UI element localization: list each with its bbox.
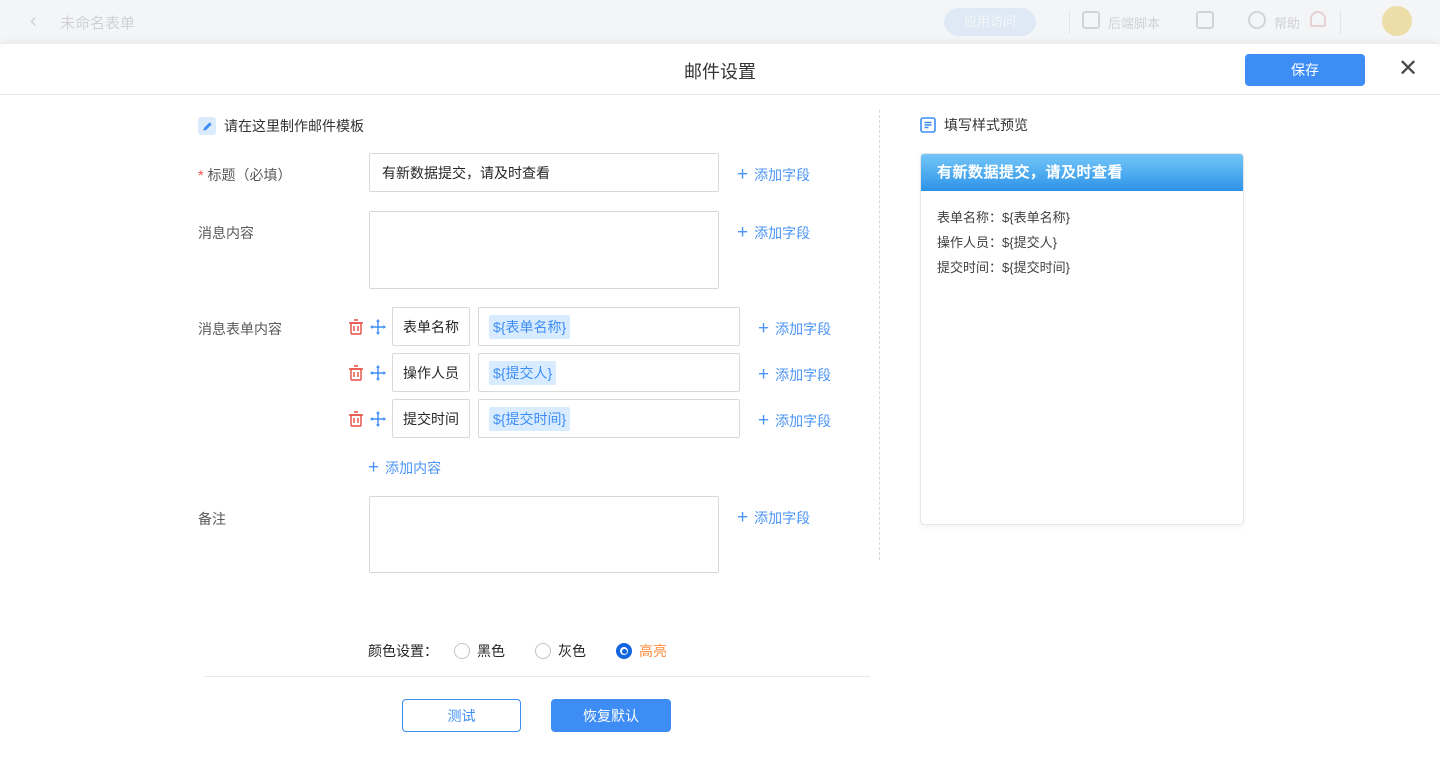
add-field-link-message[interactable]: + 添加字段 (737, 223, 810, 243)
script-menu-item[interactable]: 后端脚本 (1108, 13, 1160, 32)
avatar[interactable] (1382, 6, 1412, 36)
restore-default-button[interactable]: 恢复默认 (551, 699, 671, 732)
radio-icon[interactable] (454, 643, 470, 659)
radio-icon[interactable] (535, 643, 551, 659)
row-token-input[interactable]: ${提交时间} (478, 399, 740, 438)
remark-field-label: 备注 (198, 509, 226, 529)
add-field-link-row1[interactable]: + 添加字段 (758, 319, 831, 339)
delete-row-icon[interactable] (348, 364, 364, 382)
plus-icon: + (737, 510, 748, 526)
notification-bell-icon[interactable] (1310, 11, 1326, 27)
page-title: 邮件设置 (0, 58, 1440, 84)
preview-line: 操作人员：${提交人} (937, 230, 1227, 255)
help-icon (1248, 11, 1266, 29)
plus-icon: + (368, 460, 379, 476)
row-name-input[interactable] (392, 353, 470, 392)
plus-icon: + (737, 167, 748, 183)
field-token: ${表单名称} (489, 315, 570, 339)
message-field-label: 消息内容 (198, 223, 254, 243)
message-textarea[interactable] (369, 211, 719, 289)
footer-divider (205, 676, 870, 677)
help-menu-item[interactable]: 帮助 (1274, 13, 1300, 32)
template-section-header: 请在这里制作邮件模板 (198, 115, 364, 137)
template-section-title: 请在这里制作邮件模板 (224, 116, 364, 136)
back-icon[interactable]: ‹ (30, 10, 37, 33)
radio-option-gray[interactable]: 灰色 (535, 641, 586, 661)
move-row-icon[interactable] (370, 364, 386, 382)
form-content-label: 消息表单内容 (198, 319, 282, 339)
radio-option-highlight[interactable]: 高亮 (616, 641, 667, 661)
radio-option-black[interactable]: 黑色 (454, 641, 505, 661)
row-token-input[interactable]: ${表单名称} (478, 307, 740, 346)
move-row-icon[interactable] (370, 318, 386, 336)
row-name-input[interactable] (392, 399, 470, 438)
topbar-divider (1069, 10, 1070, 34)
field-token: ${提交时间} (489, 407, 570, 431)
title-field-label: *标题（必填） (198, 165, 291, 185)
save-button[interactable]: 保存 (1245, 54, 1365, 86)
preview-line: 提交时间：${提交时间} (937, 255, 1227, 280)
preview-section-title: 填写样式预览 (944, 115, 1028, 135)
add-field-link-row2[interactable]: + 添加字段 (758, 365, 831, 385)
modal-header: 邮件设置 保存 ✕ (0, 44, 1440, 95)
add-field-link-title[interactable]: + 添加字段 (737, 165, 810, 185)
close-icon[interactable]: ✕ (1396, 57, 1420, 81)
radio-icon-checked[interactable] (616, 643, 632, 659)
email-settings-modal: 邮件设置 保存 ✕ 请在这里制作邮件模板 *标题（必填） + 添加字段 消息内容… (0, 44, 1440, 757)
script-icon (1082, 11, 1100, 29)
delete-row-icon[interactable] (348, 318, 364, 336)
plus-icon: + (758, 367, 769, 383)
remark-textarea[interactable] (369, 496, 719, 573)
preview-section-header: 填写样式预览 (920, 115, 1028, 135)
user-panel-icon[interactable] (1196, 11, 1214, 29)
preview-doc-icon (920, 117, 936, 133)
email-preview-card: 有新数据提交，请及时查看 表单名称：${表单名称} 操作人员：${提交人} 提交… (920, 153, 1244, 525)
delete-row-icon[interactable] (348, 410, 364, 428)
color-setting-row: 颜色设置： 黑色 灰色 高亮 (368, 641, 667, 661)
add-content-link[interactable]: + 添加内容 (368, 458, 441, 478)
test-button[interactable]: 测试 (402, 699, 521, 732)
form-title: 未命名表单 (60, 12, 135, 33)
color-setting-label: 颜色设置： (368, 641, 438, 661)
app-topbar: ‹ 未命名表单 应用访问 后端脚本 帮助 (0, 0, 1440, 44)
plus-icon: + (758, 413, 769, 429)
move-row-icon[interactable] (370, 410, 386, 428)
preview-card-body: 表单名称：${表单名称} 操作人员：${提交人} 提交时间：${提交时间} (921, 191, 1243, 294)
add-field-link-remark[interactable]: + 添加字段 (737, 508, 810, 528)
preview-line: 表单名称：${表单名称} (937, 205, 1227, 230)
row-token-input[interactable]: ${提交人} (478, 353, 740, 392)
topbar-divider (1340, 10, 1341, 34)
field-token: ${提交人} (489, 361, 556, 385)
title-input[interactable] (369, 153, 719, 192)
preview-card-title: 有新数据提交，请及时查看 (921, 154, 1243, 191)
pencil-icon (198, 117, 216, 135)
plus-icon: + (737, 225, 748, 241)
row-name-input[interactable] (392, 307, 470, 346)
plus-icon: + (758, 321, 769, 337)
required-asterisk: * (198, 167, 203, 183)
app-access-button[interactable]: 应用访问 (944, 8, 1036, 36)
add-field-link-row3[interactable]: + 添加字段 (758, 411, 831, 431)
panel-divider (879, 110, 880, 560)
